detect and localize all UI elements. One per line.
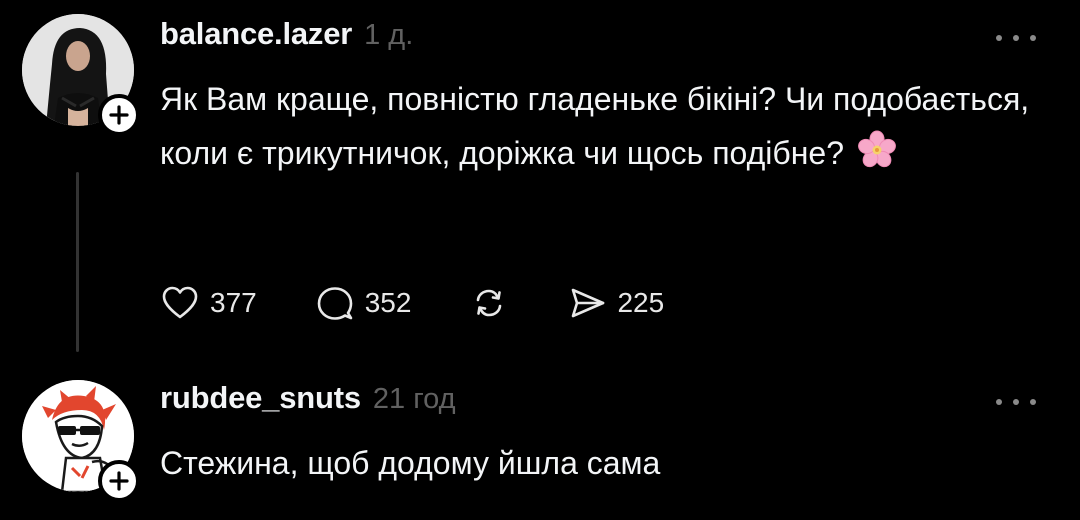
plus-icon [109, 105, 129, 125]
heart-icon [162, 286, 198, 319]
comment-post: rubdee_snuts 21 год Стежина, щоб додому … [0, 370, 1080, 520]
replies-count: 352 [364, 287, 412, 318]
username[interactable]: rubdee_snuts [160, 380, 361, 416]
cherry-blossom-icon [857, 130, 897, 186]
send-icon [572, 288, 605, 318]
avatar-container[interactable] [22, 14, 140, 136]
reply-button[interactable]: 352 [315, 283, 412, 323]
comment-text: Стежина, щоб додому йшла сама [160, 436, 1040, 490]
likes-count: 377 [210, 287, 257, 318]
follow-button[interactable] [98, 94, 140, 136]
comment-text: Як Вам краще, повністю гладеньке бікіні?… [160, 72, 1040, 186]
timestamp: 21 год [372, 383, 456, 415]
comment-post: balance.lazer 1 д. Як Вам краще, повніст… [0, 0, 1080, 360]
like-button[interactable]: 377 [160, 283, 257, 323]
comment-header: balance.lazer 1 д. [160, 16, 413, 52]
avatar-container[interactable] [22, 380, 140, 502]
action-bar: 377 352 225 [160, 280, 722, 326]
comment-header: rubdee_snuts 21 год [160, 380, 456, 416]
thread-line [76, 172, 79, 352]
comment-icon [317, 287, 353, 320]
username[interactable]: balance.lazer [160, 16, 352, 52]
thread: balance.lazer 1 д. Як Вам краще, повніст… [0, 0, 1080, 520]
comment-text-content: Стежина, щоб додому йшла сама [160, 445, 661, 481]
more-icon[interactable] [996, 392, 1036, 412]
repost-button[interactable] [469, 283, 509, 323]
more-icon[interactable] [996, 28, 1036, 48]
follow-button[interactable] [98, 460, 140, 502]
repost-icon [477, 289, 502, 317]
timestamp: 1 д. [364, 19, 414, 51]
comment-text-content: Як Вам краще, повністю гладеньке бікіні?… [160, 81, 1030, 171]
shares-count: 225 [617, 287, 665, 318]
send-button[interactable]: 225 [567, 283, 664, 323]
plus-icon [109, 471, 129, 491]
